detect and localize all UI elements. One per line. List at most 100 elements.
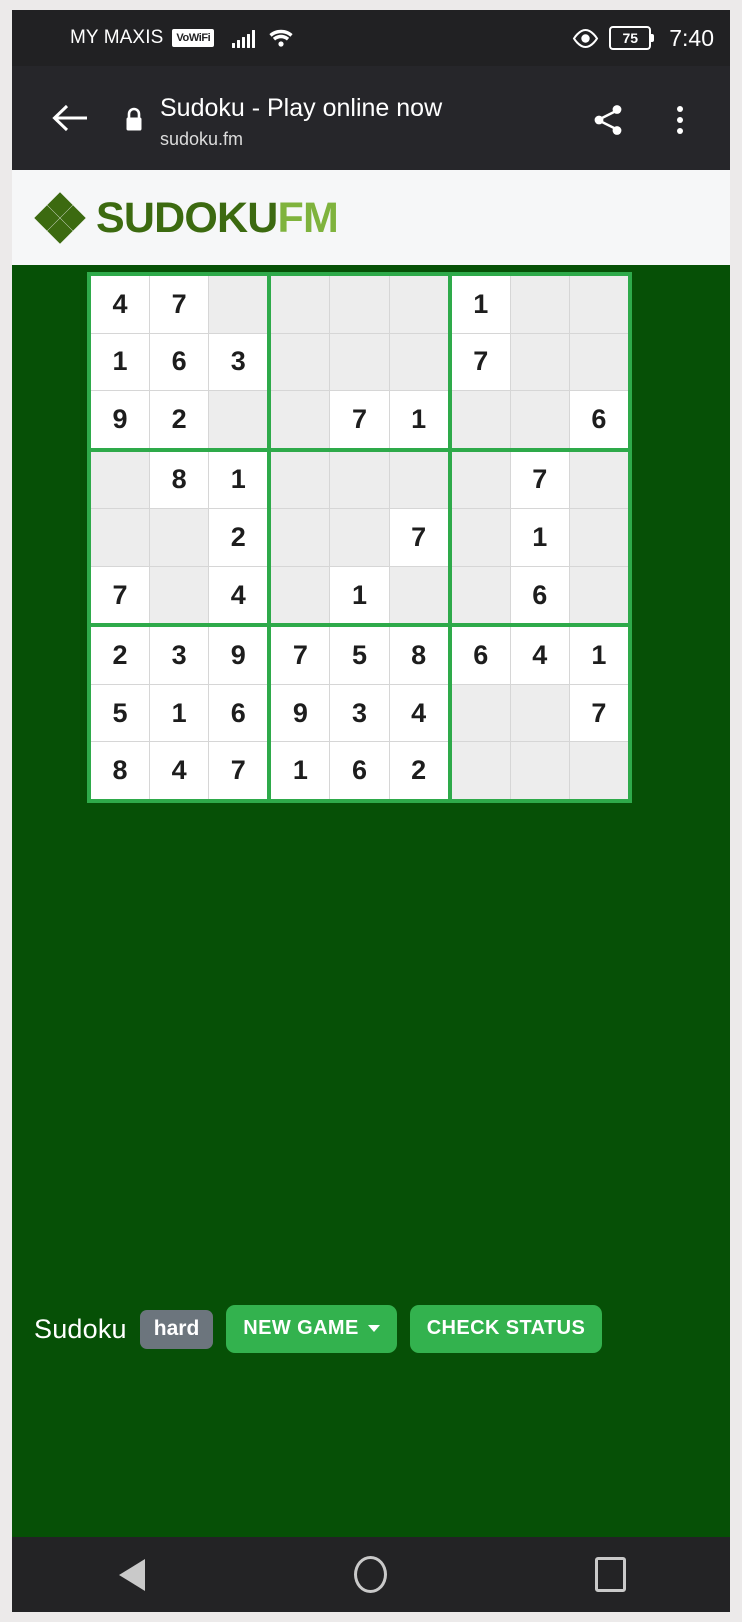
sudoku-cell[interactable]: [510, 742, 569, 799]
sudoku-cell[interactable]: [271, 566, 330, 624]
sudoku-grid[interactable]: 4716392711768127471716239516847758934162…: [87, 272, 632, 803]
sudoku-cell[interactable]: 9: [271, 684, 330, 742]
sudoku-cell[interactable]: 7: [389, 509, 448, 566]
sudoku-cell[interactable]: [330, 276, 389, 333]
sudoku-cell[interactable]: 7: [510, 451, 569, 509]
sudoku-cell[interactable]: 4: [91, 276, 150, 333]
sudoku-cell[interactable]: [569, 566, 628, 624]
logo-wordmark: SUDOKUFM: [96, 196, 339, 240]
sudoku-cell[interactable]: 8: [389, 627, 448, 684]
sudoku-cell[interactable]: 2: [389, 742, 448, 799]
nav-home-icon[interactable]: [331, 1537, 411, 1612]
share-icon[interactable]: [584, 96, 632, 144]
site-logo[interactable]: SUDOKUFM: [34, 191, 339, 244]
sudoku-cell[interactable]: [209, 391, 268, 448]
sudoku-cell[interactable]: [271, 276, 330, 333]
sudoku-cell[interactable]: [451, 391, 510, 448]
sudoku-cell[interactable]: 1: [389, 391, 448, 448]
sudoku-cell[interactable]: [451, 509, 510, 566]
sudoku-cell[interactable]: 4: [209, 566, 268, 624]
sudoku-cell[interactable]: [389, 566, 448, 624]
sudoku-cell[interactable]: [389, 276, 448, 333]
sudoku-cell[interactable]: [451, 566, 510, 624]
new-game-button[interactable]: NEW GAME: [226, 1305, 397, 1353]
sudoku-cell[interactable]: 6: [209, 684, 268, 742]
sudoku-cell[interactable]: 1: [510, 509, 569, 566]
sudoku-cell[interactable]: [510, 684, 569, 742]
sudoku-cell[interactable]: 5: [330, 627, 389, 684]
sudoku-cell[interactable]: [451, 742, 510, 799]
sudoku-cell[interactable]: 1: [150, 684, 209, 742]
sudoku-cell[interactable]: 7: [451, 333, 510, 391]
sudoku-cell[interactable]: 8: [91, 742, 150, 799]
sudoku-cell[interactable]: 1: [91, 333, 150, 391]
sudoku-cell[interactable]: [451, 451, 510, 509]
battery-indicator: 75: [609, 26, 655, 50]
sudoku-box: 239 516 847: [91, 627, 268, 799]
sudoku-cell[interactable]: 2: [150, 391, 209, 448]
sudoku-cell[interactable]: [569, 509, 628, 566]
sudoku-cell[interactable]: [150, 509, 209, 566]
sudoku-cell[interactable]: [510, 391, 569, 448]
sudoku-cell[interactable]: 6: [569, 391, 628, 448]
sudoku-cell[interactable]: 6: [330, 742, 389, 799]
sudoku-cell[interactable]: [389, 333, 448, 391]
sudoku-cell[interactable]: 9: [91, 391, 150, 448]
sudoku-cell[interactable]: 2: [209, 509, 268, 566]
sudoku-cell[interactable]: 1: [451, 276, 510, 333]
sudoku-cell[interactable]: [330, 451, 389, 509]
sudoku-cell[interactable]: 7: [330, 391, 389, 448]
sudoku-cell[interactable]: 1: [330, 566, 389, 624]
sudoku-cell[interactable]: 3: [330, 684, 389, 742]
sudoku-cell[interactable]: 5: [91, 684, 150, 742]
sudoku-cell[interactable]: 7: [271, 627, 330, 684]
sudoku-cell[interactable]: [569, 333, 628, 391]
nav-back-icon[interactable]: [92, 1537, 172, 1612]
sudoku-cell[interactable]: [150, 566, 209, 624]
nav-recents-icon[interactable]: [570, 1537, 650, 1612]
sudoku-cell[interactable]: 3: [150, 627, 209, 684]
sudoku-cell[interactable]: [569, 451, 628, 509]
sudoku-cell[interactable]: 7: [91, 566, 150, 624]
sudoku-cell[interactable]: [271, 391, 330, 448]
sudoku-cell[interactable]: 6: [150, 333, 209, 391]
clock-label: 7:40: [669, 24, 714, 51]
eye-icon: [572, 28, 599, 48]
page-url: sudoku.fm: [160, 129, 244, 149]
sudoku-cell[interactable]: 4: [150, 742, 209, 799]
sudoku-cell[interactable]: 1: [209, 451, 268, 509]
sudoku-cell[interactable]: 1: [271, 742, 330, 799]
sudoku-cell[interactable]: 9: [209, 627, 268, 684]
sudoku-cell[interactable]: [510, 276, 569, 333]
sudoku-cell[interactable]: 1: [569, 627, 628, 684]
sudoku-cell[interactable]: 6: [451, 627, 510, 684]
sudoku-cell[interactable]: 6: [510, 566, 569, 624]
back-arrow-icon[interactable]: [46, 94, 94, 142]
sudoku-cell[interactable]: 7: [569, 684, 628, 742]
sudoku-cell[interactable]: [271, 509, 330, 566]
sudoku-cell[interactable]: 4: [389, 684, 448, 742]
sudoku-cell[interactable]: 7: [150, 276, 209, 333]
sudoku-cell[interactable]: 2: [91, 627, 150, 684]
sudoku-cell[interactable]: 7: [209, 742, 268, 799]
sudoku-cell[interactable]: [271, 451, 330, 509]
check-status-button[interactable]: CHECK STATUS: [409, 1305, 603, 1353]
game-controls: Sudoku hard NEW GAME CHECK STATUS: [12, 1300, 730, 1358]
sudoku-cell[interactable]: [389, 451, 448, 509]
sudoku-cell[interactable]: [271, 333, 330, 391]
overflow-menu-icon[interactable]: [658, 96, 702, 144]
sudoku-cell[interactable]: [209, 276, 268, 333]
sudoku-cell[interactable]: 4: [510, 627, 569, 684]
sudoku-cell[interactable]: [569, 742, 628, 799]
sudoku-cell[interactable]: 8: [150, 451, 209, 509]
toolbar-text-block[interactable]: Sudoku - Play online now sudoku.fm: [160, 92, 540, 152]
sudoku-cell[interactable]: [91, 509, 150, 566]
sudoku-cell[interactable]: [330, 333, 389, 391]
sudoku-cell[interactable]: [510, 333, 569, 391]
sudoku-cell[interactable]: 3: [209, 333, 268, 391]
page-body: 4716392711768127471716239516847758934162…: [12, 265, 730, 1535]
sudoku-cell[interactable]: [330, 509, 389, 566]
sudoku-cell[interactable]: [451, 684, 510, 742]
sudoku-cell[interactable]: [91, 451, 150, 509]
sudoku-cell[interactable]: [569, 276, 628, 333]
